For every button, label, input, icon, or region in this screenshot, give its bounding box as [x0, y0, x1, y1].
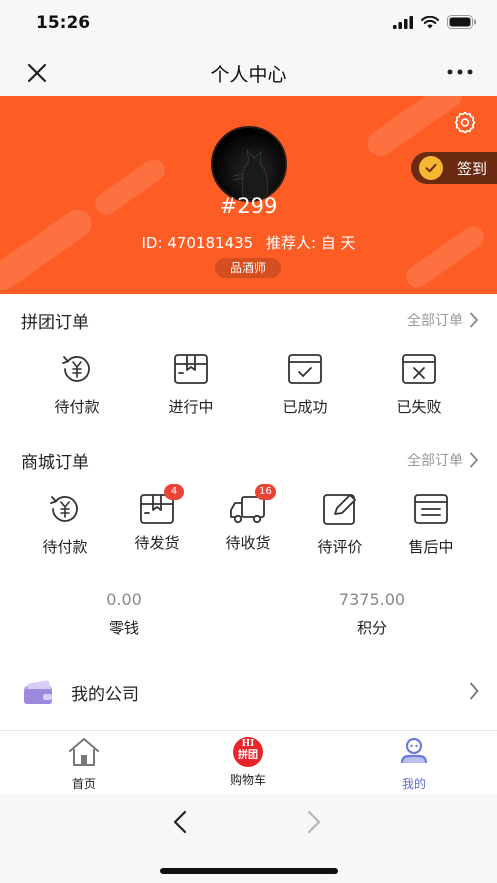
signal-icon	[393, 15, 413, 29]
all-orders-label: 全部订单	[407, 313, 463, 329]
box-icon	[174, 354, 208, 384]
status-time: 15:26	[36, 13, 91, 33]
more-icon[interactable]	[447, 66, 473, 78]
box-icon-wrap: 4	[138, 484, 184, 526]
home-indicator[interactable]	[160, 868, 338, 874]
battery-icon	[447, 15, 476, 29]
x-box-icon	[402, 354, 436, 384]
group-orders-header: 拼团订单 全部订单	[0, 298, 497, 338]
checkmark-icon	[419, 156, 443, 180]
avatar[interactable]	[211, 126, 287, 202]
wifi-icon	[421, 15, 439, 28]
settings-icon[interactable]	[453, 110, 477, 134]
change-value: 0.00	[106, 590, 142, 609]
tab-bar: 首页 HI 拼团 购物车 我的	[0, 730, 497, 794]
chevron-right-icon	[470, 452, 479, 468]
all-orders-label: 全部订单	[407, 453, 463, 469]
tab-home[interactable]: 首页	[44, 737, 124, 792]
truck-icon-wrap: 16	[229, 484, 276, 526]
count-badge: 4	[164, 484, 184, 500]
mall-order-label: 待评价	[317, 538, 363, 556]
group-order-pending-payment[interactable]: 待付款	[32, 352, 122, 417]
mall-orders-title: 商城订单	[21, 453, 89, 473]
chevron-right-icon	[470, 312, 479, 328]
browser-toolbar	[0, 794, 497, 883]
user-id: ID: 470181435	[141, 234, 254, 252]
group-order-failed[interactable]: 已失败	[374, 352, 464, 417]
mall-order-to-receive[interactable]: 16 待收货	[203, 484, 293, 553]
chevron-right-icon	[470, 682, 479, 700]
status-icons	[393, 15, 477, 29]
tab-label: 我的	[401, 777, 426, 791]
group-text: 拼团	[238, 750, 258, 761]
mall-order-pending-payment[interactable]: 待付款	[20, 492, 110, 557]
group-orders-all-link[interactable]: 全部订单	[407, 310, 479, 330]
role-badge: 品酒师	[215, 258, 281, 278]
group-orders-row: 待付款 进行中 已成功 已失败	[0, 352, 497, 422]
my-company-row[interactable]: 我的公司	[0, 668, 497, 718]
yuan-refresh-icon	[62, 356, 90, 382]
mall-order-to-ship[interactable]: 4 待发货	[112, 484, 202, 553]
group-order-label: 已失败	[396, 398, 442, 416]
hi-text: HI	[241, 739, 255, 749]
cat-silhouette-icon	[232, 148, 269, 199]
referrer: 推荐人: 自 天	[265, 234, 356, 252]
profile-header: #299 ID: 470181435 推荐人: 自 天 品酒师 签到	[0, 96, 497, 294]
mall-order-label: 待发货	[134, 534, 180, 552]
edit-icon	[323, 494, 356, 525]
signin-label: 签到	[457, 159, 488, 178]
mall-order-to-review[interactable]: 待评价	[295, 492, 385, 557]
mall-order-label: 待收货	[225, 534, 271, 552]
tab-cart[interactable]: HI 拼团 购物车	[208, 737, 288, 788]
signin-button[interactable]: 签到	[411, 152, 497, 184]
mall-orders-header: 商城订单 全部订单	[0, 438, 497, 478]
balance-row: 0.00 零钱 7375.00 积分	[0, 590, 497, 650]
group-order-label: 待付款	[54, 398, 100, 416]
mall-order-label: 售后中	[408, 538, 454, 556]
page-title: 个人中心	[210, 64, 287, 86]
hi-group-icon: HI 拼团	[231, 737, 265, 767]
username: #299	[219, 194, 278, 218]
wallet-card-icon	[24, 680, 52, 704]
mall-orders-all-link[interactable]: 全部订单	[407, 450, 479, 470]
nav-bar: 个人中心	[0, 48, 497, 96]
profile-icon	[400, 737, 428, 764]
check-box-icon	[288, 354, 322, 384]
yuan-refresh-icon	[50, 496, 78, 522]
tab-profile[interactable]: 我的	[374, 737, 454, 792]
back-arrow-icon[interactable]	[172, 810, 188, 834]
tab-label: 首页	[71, 777, 96, 791]
points-label: 积分	[356, 619, 387, 637]
count-badge: 16	[255, 484, 276, 500]
my-company-label: 我的公司	[71, 685, 139, 705]
mall-order-label: 待付款	[42, 538, 88, 556]
mall-order-after-sales[interactable]: 售后中	[386, 492, 476, 557]
forward-arrow-icon[interactable]	[306, 810, 322, 834]
change-label: 零钱	[108, 619, 139, 637]
mall-orders-row: 待付款 4 待发货 16 待收货 待评价 售后中	[0, 484, 497, 562]
list-box-icon	[414, 494, 448, 524]
group-order-in-progress[interactable]: 进行中	[146, 352, 236, 417]
group-order-success[interactable]: 已成功	[260, 352, 350, 417]
group-orders-title: 拼团订单	[21, 313, 89, 333]
status-bar: 15:26	[0, 0, 497, 48]
group-order-label: 已成功	[282, 398, 328, 416]
points-balance[interactable]: 7375.00 积分	[282, 590, 462, 638]
change-balance[interactable]: 0.00 零钱	[34, 590, 214, 638]
tab-label: 购物车	[229, 773, 266, 787]
points-value: 7375.00	[338, 590, 406, 609]
group-order-label: 进行中	[168, 398, 214, 416]
user-meta: ID: 470181435 推荐人: 自 天	[0, 232, 497, 253]
home-icon	[69, 738, 99, 766]
